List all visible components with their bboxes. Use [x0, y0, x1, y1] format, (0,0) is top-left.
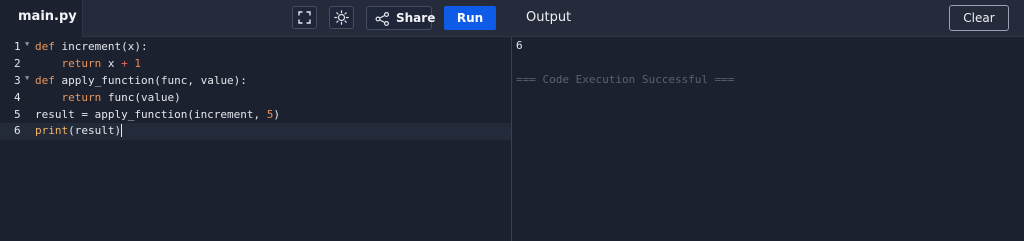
- line-number: 6: [14, 124, 21, 137]
- file-tab-label: main.py: [18, 9, 77, 24]
- fold-arrow-icon[interactable]: ▼: [25, 40, 29, 48]
- clear-button[interactable]: Clear: [949, 5, 1009, 31]
- sun-icon: [334, 10, 349, 25]
- output-title: Output: [526, 10, 572, 25]
- code-text: print(result): [35, 124, 123, 137]
- line-number: 2: [14, 57, 21, 70]
- code-line: 1 ▼ def increment(x):: [0, 39, 511, 56]
- fold-arrow-icon[interactable]: ▼: [25, 74, 29, 82]
- code-text: def increment(x):: [35, 40, 148, 53]
- fullscreen-icon: [298, 11, 311, 24]
- code-editor[interactable]: 1 ▼ def increment(x): 2 return x + 1 3 ▼…: [0, 37, 511, 241]
- line-number: 4: [14, 91, 21, 104]
- output-panel: 6 === Code Execution Successful ===: [512, 37, 1024, 241]
- fullscreen-button[interactable]: [292, 6, 317, 29]
- file-tab[interactable]: main.py: [0, 0, 83, 37]
- execution-status: === Code Execution Successful ===: [516, 73, 735, 86]
- code-line: 2 return x + 1: [0, 56, 511, 73]
- code-text: return func(value): [61, 91, 181, 104]
- code-line-active: 6 print(result): [0, 123, 511, 140]
- top-bar: main.py Share Run Output Clear: [0, 0, 1024, 37]
- theme-toggle-button[interactable]: [329, 6, 354, 29]
- share-label: Share: [396, 11, 436, 25]
- share-icon: [375, 12, 390, 26]
- code-line: 3 ▼ def apply_function(func, value):: [0, 73, 511, 90]
- code-text: def apply_function(func, value):: [35, 74, 247, 87]
- run-label: Run: [456, 11, 484, 25]
- line-number: 5: [14, 108, 21, 121]
- code-text: result = apply_function(increment, 5): [35, 108, 281, 121]
- output-result: 6: [516, 39, 523, 52]
- code-text: return x + 1: [61, 57, 142, 70]
- share-button[interactable]: Share: [366, 6, 436, 30]
- run-button[interactable]: Run: [444, 6, 496, 30]
- clear-label: Clear: [963, 11, 995, 25]
- code-line: 5 result = apply_function(increment, 5): [0, 107, 511, 124]
- online-compiler: main.py Share Run Output Clear 1 ▼ def i…: [0, 0, 1024, 241]
- code-line: 4 return func(value): [0, 90, 511, 107]
